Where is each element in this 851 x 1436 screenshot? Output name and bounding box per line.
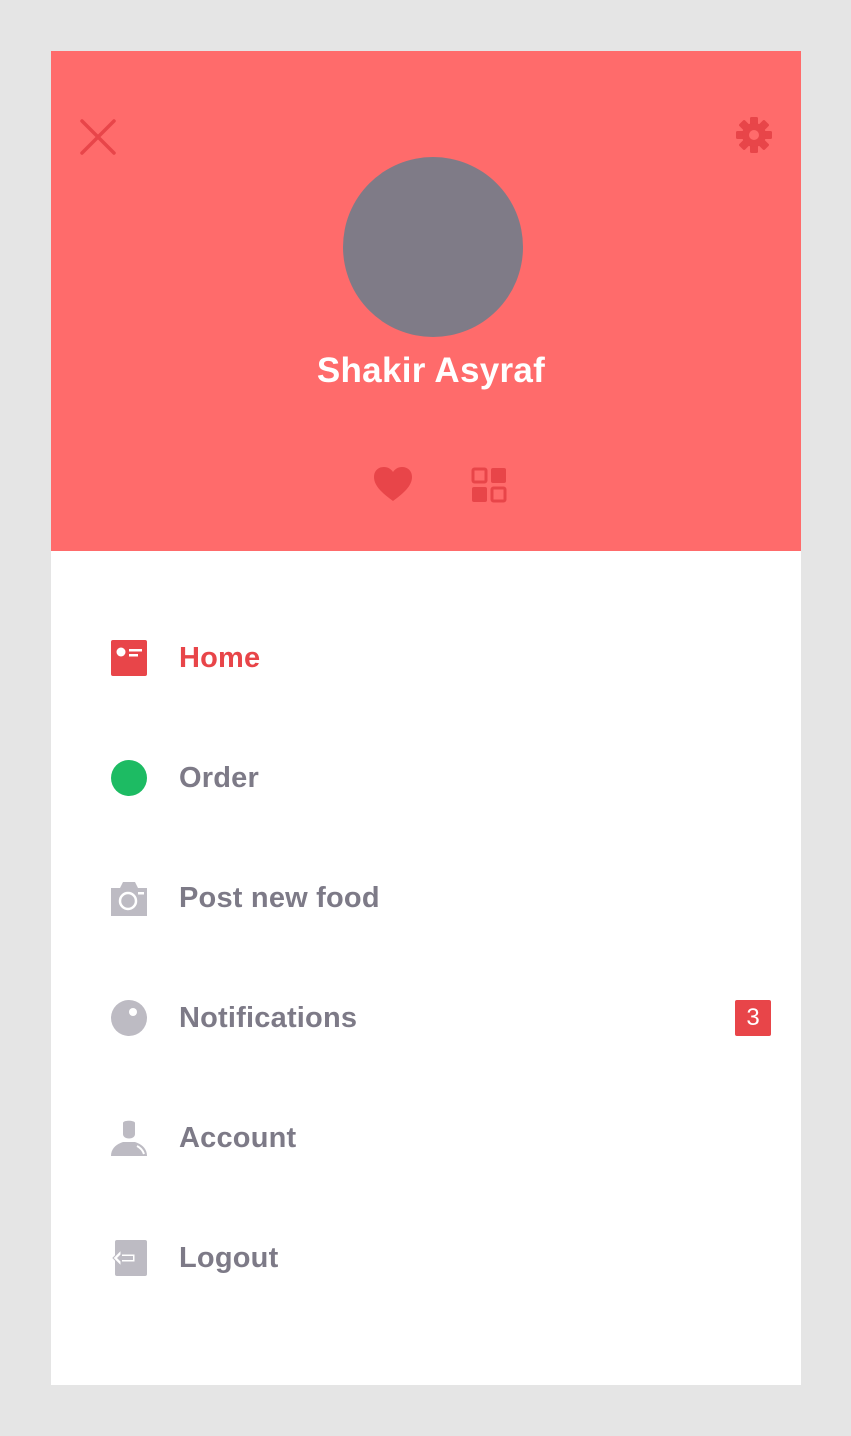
grid-view-button[interactable] xyxy=(471,467,507,503)
menu-label-home: Home xyxy=(179,642,261,674)
menu-label-logout: Logout xyxy=(179,1242,279,1274)
menu-item-order[interactable]: Order xyxy=(51,718,801,838)
menu-item-notifications[interactable]: Notifications 3 xyxy=(51,958,801,1078)
favorites-button[interactable] xyxy=(373,465,413,505)
menu-list: Home Order Post new food Notifications 3 xyxy=(51,598,801,1318)
menu-label-account: Account xyxy=(179,1122,297,1154)
heart-icon xyxy=(374,467,412,501)
notification-bubble-icon xyxy=(111,1000,147,1036)
menu-item-logout[interactable]: Logout xyxy=(51,1198,801,1318)
user-icon xyxy=(111,1120,147,1156)
navigation-drawer: Shakir Asyraf Home Order Post new food N… xyxy=(51,51,801,1385)
close-button[interactable] xyxy=(78,117,118,157)
notification-count-badge: 3 xyxy=(735,1000,771,1036)
menu-label-notifications: Notifications xyxy=(179,1002,358,1034)
order-status-dot-icon xyxy=(111,760,147,796)
gear-icon xyxy=(736,117,772,153)
profile-name: Shakir Asyraf xyxy=(316,351,546,390)
camera-icon xyxy=(111,882,147,916)
profile-header: Shakir Asyraf xyxy=(51,51,801,551)
menu-item-post-new-food[interactable]: Post new food xyxy=(51,838,801,958)
menu-label-order: Order xyxy=(179,762,259,794)
home-icon xyxy=(111,640,147,676)
settings-button[interactable] xyxy=(734,115,774,155)
grid-icon xyxy=(471,467,507,503)
avatar[interactable] xyxy=(343,157,523,337)
menu-label-post-new-food: Post new food xyxy=(179,882,380,914)
close-icon xyxy=(80,119,116,155)
menu-item-home[interactable]: Home xyxy=(51,598,801,718)
menu-item-account[interactable]: Account xyxy=(51,1078,801,1198)
logout-icon xyxy=(112,1240,147,1276)
